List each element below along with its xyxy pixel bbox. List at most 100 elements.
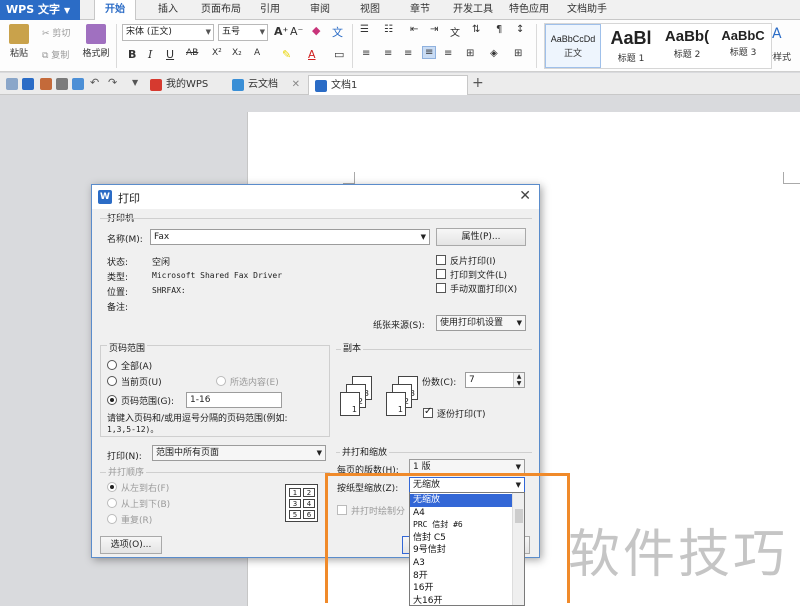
order-lr-radio[interactable] — [107, 482, 117, 492]
clear-format-icon[interactable]: ◆ — [312, 24, 320, 37]
close-icon[interactable]: ✕ — [292, 75, 300, 95]
collate-checkbox[interactable] — [423, 406, 433, 418]
tab-developer[interactable]: 开发工具 — [448, 0, 498, 20]
style-heading-1[interactable]: AaBl 标题 1 — [603, 24, 659, 68]
close-icon[interactable]: ✕ — [519, 188, 531, 204]
highlight-icon[interactable]: ✎ — [282, 48, 291, 61]
tab-home[interactable]: 开始 — [94, 0, 136, 20]
scale-option[interactable]: A4 — [410, 507, 514, 520]
line-spacing-icon[interactable]: ↕ — [516, 24, 524, 35]
new-style-icon[interactable]: A — [772, 26, 782, 42]
distribute-icon[interactable]: ≡ — [444, 48, 452, 59]
export-pdf-icon[interactable] — [40, 78, 52, 90]
indent-icon[interactable]: ⇥ — [430, 24, 438, 35]
dropdown-scrollbar[interactable] — [512, 493, 524, 605]
font-color-icon[interactable]: A — [308, 48, 316, 61]
scale-option[interactable]: 8开 — [410, 570, 514, 583]
scale-option[interactable]: 信封 C5 — [410, 532, 514, 545]
tab-references[interactable]: 引用 — [252, 0, 288, 20]
italic-button[interactable]: I — [148, 48, 152, 61]
all-pages-radio[interactable] — [107, 360, 117, 370]
outdent-icon[interactable]: ⇤ — [410, 24, 418, 35]
format-painter-button[interactable]: 格式刷 — [80, 24, 112, 59]
border-icon[interactable]: ⊞ — [514, 48, 522, 59]
scale-option[interactable]: 9号信封 — [410, 544, 514, 557]
app-menu-button[interactable]: WPS 文字 ▼ — [0, 0, 80, 20]
tab-review[interactable]: 审阅 — [302, 0, 338, 20]
paper-source-select[interactable]: 使用打印机设置 ▼ — [436, 315, 526, 331]
shrink-font-button[interactable]: A⁻ — [290, 25, 303, 38]
align-left-icon[interactable]: ≡ — [362, 48, 370, 59]
spinner-icon[interactable]: ▲ ▼ — [513, 373, 524, 387]
style-normal[interactable]: AaBbCcDd 正文 — [545, 24, 601, 68]
chevron-down-icon[interactable]: ▼ — [132, 78, 138, 87]
print-to-file-checkbox[interactable] — [436, 269, 446, 279]
doc-tab-document1[interactable]: 文档1 — [308, 75, 468, 95]
subscript-icon[interactable]: X₂ — [232, 48, 242, 58]
tab-stop-icon[interactable]: ⊞ — [466, 48, 474, 59]
tab-section[interactable]: 章节 — [402, 0, 438, 20]
superscript-icon[interactable]: X² — [212, 48, 222, 58]
justify-icon[interactable]: ≡ — [422, 46, 437, 59]
shading-icon[interactable]: ◈ — [490, 48, 498, 59]
scale-option[interactable]: 16开 — [410, 582, 514, 595]
tab-doc-assistant[interactable]: 文档助手 — [562, 0, 612, 20]
underline-button[interactable]: U — [166, 48, 174, 61]
show-marks-icon[interactable]: ¶ — [496, 24, 502, 35]
print-what-select[interactable]: 范围中所有页面 ▼ — [152, 445, 326, 461]
align-center-icon[interactable]: ≡ — [384, 48, 392, 59]
reverse-print-checkbox[interactable] — [436, 255, 446, 265]
font-name-select[interactable]: 宋体 (正文) ▼ — [122, 24, 214, 41]
tab-features[interactable]: 特色应用 — [504, 0, 554, 20]
current-page-radio[interactable] — [107, 376, 117, 386]
dialog-titlebar[interactable]: W 打印 ✕ — [92, 185, 539, 209]
char-border-icon[interactable]: ▭ — [334, 48, 344, 61]
tab-insert[interactable]: 插入 — [148, 0, 188, 20]
doc-tab-my-wps[interactable]: 我的WPS — [144, 75, 224, 95]
font-size-select[interactable]: 五号 ▼ — [218, 24, 268, 41]
pages-per-sheet-select[interactable]: 1 版 ▼ — [409, 459, 525, 475]
manual-duplex-checkbox[interactable] — [436, 283, 446, 293]
options-button[interactable]: 选项(O)... — [100, 536, 162, 554]
page-range-radio[interactable] — [107, 395, 117, 405]
print-preview-icon[interactable] — [72, 78, 84, 90]
grow-font-button[interactable]: A⁺ — [274, 25, 288, 38]
chinese-layout-icon[interactable]: 文 — [450, 24, 460, 39]
scale-option[interactable]: 无缩放 — [410, 494, 514, 507]
redo-icon[interactable]: ↷ — [108, 76, 117, 89]
printer-name-select[interactable]: Fax ▼ — [150, 229, 430, 245]
tab-page-layout[interactable]: 页面布局 — [194, 0, 248, 20]
bold-button[interactable]: B — [128, 48, 136, 61]
tab-view[interactable]: 视图 — [352, 0, 388, 20]
new-doc-icon[interactable] — [6, 78, 18, 90]
cut-button[interactable]: ✂ 剪切 — [42, 26, 70, 39]
style-heading-2[interactable]: AaBb( 标题 2 — [659, 24, 715, 68]
strikethrough-icon[interactable]: AB — [186, 48, 198, 58]
scale-option[interactable]: PRC 信封 #6 — [410, 519, 514, 532]
copies-input[interactable]: 7 ▲ ▼ — [465, 372, 525, 388]
order-repeat-radio[interactable] — [107, 514, 117, 524]
copy-button[interactable]: ⧉ 复制 — [42, 48, 69, 61]
scrollbar-thumb[interactable] — [515, 509, 523, 523]
save-icon[interactable] — [22, 78, 34, 90]
sort-icon[interactable]: ⇅ — [472, 24, 480, 35]
doc-tab-cloud[interactable]: 云文档 ✕ — [226, 75, 306, 95]
style-heading-3[interactable]: AaBbC 标题 3 — [715, 24, 771, 68]
properties-button[interactable]: 属性(P)... — [436, 228, 526, 246]
bullet-list-icon[interactable]: ☰ — [360, 24, 369, 35]
print-icon[interactable] — [56, 78, 68, 90]
pinyin-icon[interactable]: 文 — [332, 24, 343, 40]
add-tab-button[interactable]: + — [472, 75, 484, 91]
number-list-icon[interactable]: ☷ — [384, 24, 393, 35]
text-effect-icon[interactable]: A — [254, 48, 260, 58]
paste-button[interactable]: 粘贴 — [4, 24, 34, 59]
align-right-icon[interactable]: ≡ — [404, 48, 412, 59]
page-range-input[interactable]: 1-16 — [186, 392, 282, 408]
selection-radio[interactable] — [216, 376, 226, 386]
scale-option[interactable]: 大16开 — [410, 595, 514, 605]
scale-option[interactable]: A3 — [410, 557, 514, 570]
undo-icon[interactable]: ↶ — [90, 76, 99, 89]
scale-select[interactable]: 无缩放 ▼ — [409, 477, 525, 493]
order-tb-radio[interactable] — [107, 498, 117, 508]
draw-borders-checkbox[interactable] — [337, 505, 347, 515]
